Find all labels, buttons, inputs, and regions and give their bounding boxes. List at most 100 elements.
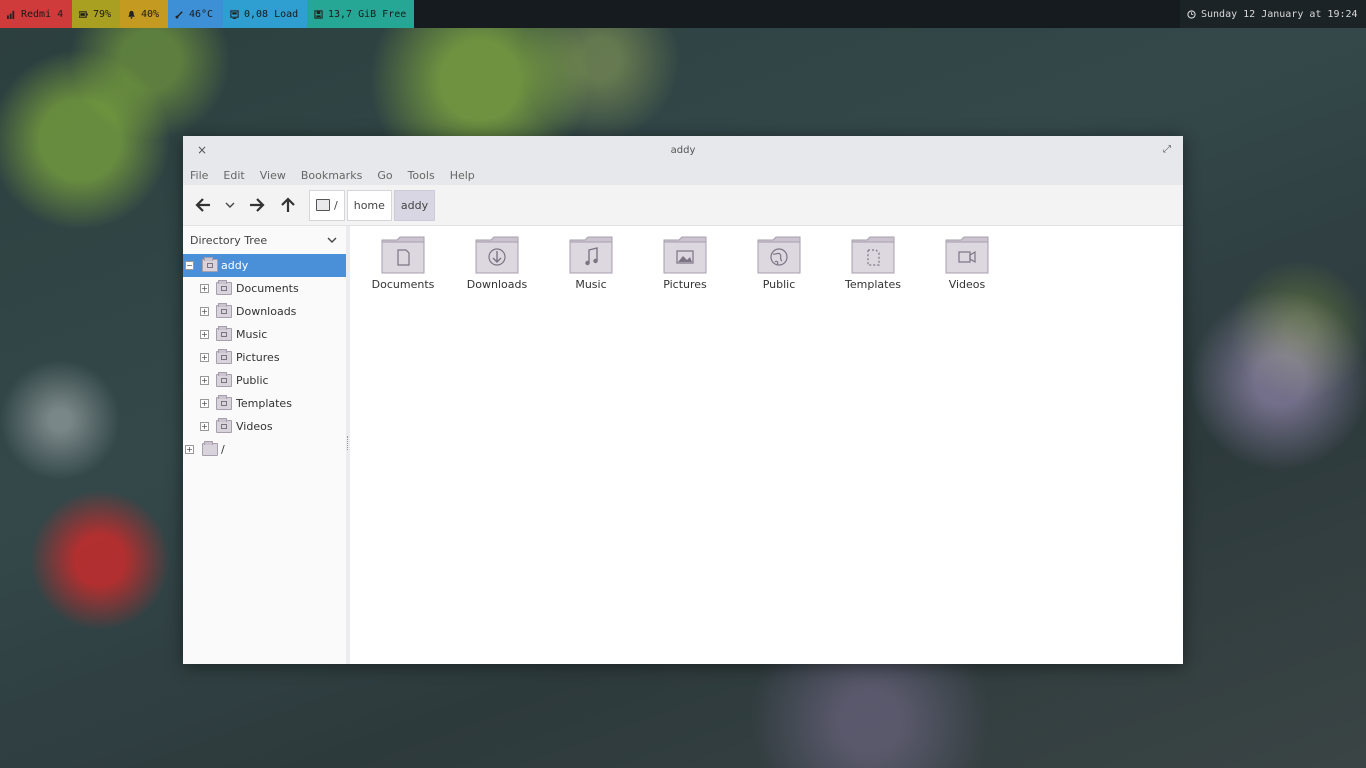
thermometer-icon <box>175 10 183 18</box>
menu-help[interactable]: Help <box>450 169 483 182</box>
menu-go[interactable]: Go <box>377 169 400 182</box>
expand-toggle[interactable]: + <box>200 307 209 316</box>
expand-toggle[interactable]: + <box>200 330 209 339</box>
breadcrumb-addy[interactable]: addy <box>393 189 436 221</box>
volume-status: 40% <box>120 0 168 28</box>
music-folder-icon <box>569 236 613 274</box>
templates-folder-icon <box>216 395 232 410</box>
documents-folder-icon <box>381 236 425 274</box>
tree-item-public[interactable]: + Public <box>183 369 346 392</box>
menu-edit[interactable]: Edit <box>223 169 252 182</box>
menu-bookmarks[interactable]: Bookmarks <box>301 169 370 182</box>
folder-label-documents: Documents <box>371 278 435 291</box>
load-status: 0,08 Load <box>223 0 307 28</box>
collapse-toggle[interactable]: − <box>185 261 194 270</box>
clock-icon <box>1187 9 1196 19</box>
public-folder-icon <box>216 372 232 387</box>
breadcrumb-home[interactable]: home <box>346 189 392 221</box>
folder-icon <box>202 441 218 456</box>
menu-bar: File Edit View Bookmarks Go Tools Help <box>183 165 1183 185</box>
tree-item-root[interactable]: + / <box>183 438 346 461</box>
folder-label-videos: Videos <box>948 278 986 291</box>
tree-label-root: / <box>221 443 225 456</box>
tree-label-videos: Videos <box>236 420 273 433</box>
expand-toggle[interactable]: + <box>200 353 209 362</box>
tree-item-templates[interactable]: + Templates <box>183 392 346 415</box>
breadcrumb-root-label: / <box>334 198 338 212</box>
temperature-label: 46°C <box>189 8 214 20</box>
arrow-up-icon <box>281 197 295 212</box>
expand-toggle[interactable]: + <box>185 445 194 454</box>
tree-item-documents[interactable]: + Documents <box>183 277 346 300</box>
tree-item-downloads[interactable]: + Downloads <box>183 300 346 323</box>
folder-item-templates[interactable]: Templates <box>830 234 916 304</box>
temperature-status: 46°C <box>168 0 223 28</box>
volume-label: 40% <box>141 8 160 20</box>
maximize-window-button[interactable]: ⤢ <box>1161 144 1173 156</box>
disk-label: 13,7 GiB Free <box>328 8 407 20</box>
folder-item-videos[interactable]: Videos <box>924 234 1010 304</box>
expand-toggle[interactable]: + <box>200 284 209 293</box>
top-status-bar: Redmi 4 79% 40% 46°C 0,08 Load 13,7 GiB … <box>0 0 1366 28</box>
tree-item-pictures[interactable]: + Pictures <box>183 346 346 369</box>
expand-toggle[interactable]: + <box>200 399 209 408</box>
bell-icon <box>128 10 135 19</box>
tree-label-public: Public <box>236 374 269 387</box>
arrow-left-icon <box>195 198 210 212</box>
sidebar-header[interactable]: Directory Tree <box>183 226 346 254</box>
menu-view[interactable]: View <box>260 169 294 182</box>
folder-item-documents[interactable]: Documents <box>360 234 446 304</box>
window-title: addy <box>670 145 696 156</box>
navigation-toolbar: / home addy <box>183 185 1183 226</box>
menu-file[interactable]: File <box>190 169 216 182</box>
pictures-folder-icon <box>663 236 707 274</box>
breadcrumb-root[interactable]: / <box>309 189 345 221</box>
load-label: 0,08 Load <box>244 8 299 20</box>
folder-label-downloads: Downloads <box>466 278 528 291</box>
disk-status: 13,7 GiB Free <box>307 0 414 28</box>
chevron-down-icon <box>225 202 235 208</box>
forward-button[interactable] <box>245 192 269 218</box>
close-icon: × <box>196 143 208 157</box>
expand-toggle[interactable]: + <box>200 376 209 385</box>
directory-tree-pane: Directory Tree − addy + Documents + Down… <box>183 226 346 664</box>
clock-status[interactable]: Sunday 12 January at 19:24 <box>1180 0 1366 28</box>
tree-label-addy: addy <box>221 259 249 272</box>
folder-item-music[interactable]: Music <box>548 234 634 304</box>
close-window-button[interactable]: × <box>196 144 208 156</box>
up-button[interactable] <box>276 192 300 218</box>
disk-icon <box>314 9 323 19</box>
documents-folder-icon <box>216 280 232 295</box>
battery-icon <box>79 10 88 18</box>
tree-label-documents: Documents <box>236 282 299 295</box>
folder-label-pictures: Pictures <box>663 278 707 291</box>
public-folder-icon <box>757 236 801 274</box>
expand-toggle[interactable]: + <box>200 422 209 431</box>
pictures-folder-icon <box>216 349 232 364</box>
file-view: Documents Downloads Music Pictures Publi… <box>350 226 1183 664</box>
music-folder-icon <box>216 326 232 341</box>
arrow-right-icon <box>250 198 265 212</box>
window-titlebar[interactable]: × addy ⤢ <box>183 136 1183 165</box>
folder-label-music: Music <box>575 278 607 291</box>
tree-item-music[interactable]: + Music <box>183 323 346 346</box>
wifi-label: Redmi 4 <box>21 8 64 20</box>
tree-label-downloads: Downloads <box>236 305 297 318</box>
history-dropdown-button[interactable] <box>222 192 238 218</box>
cpu-icon <box>230 9 239 19</box>
menu-tools[interactable]: Tools <box>408 169 443 182</box>
folder-item-public[interactable]: Public <box>736 234 822 304</box>
maximize-icon: ⤢ <box>1163 144 1171 155</box>
clock-label: Sunday 12 January at 19:24 <box>1201 8 1358 20</box>
tree-label-music: Music <box>236 328 268 341</box>
back-button[interactable] <box>191 192 215 218</box>
home-folder-icon <box>202 257 218 272</box>
folder-item-pictures[interactable]: Pictures <box>642 234 728 304</box>
folder-item-downloads[interactable]: Downloads <box>454 234 540 304</box>
folder-label-templates: Templates <box>845 278 901 291</box>
tree-item-addy[interactable]: − addy <box>183 254 346 277</box>
downloads-folder-icon <box>216 303 232 318</box>
tree-item-videos[interactable]: + Videos <box>183 415 346 438</box>
signal-icon <box>7 10 15 19</box>
breadcrumb-addy-label: addy <box>400 198 429 212</box>
